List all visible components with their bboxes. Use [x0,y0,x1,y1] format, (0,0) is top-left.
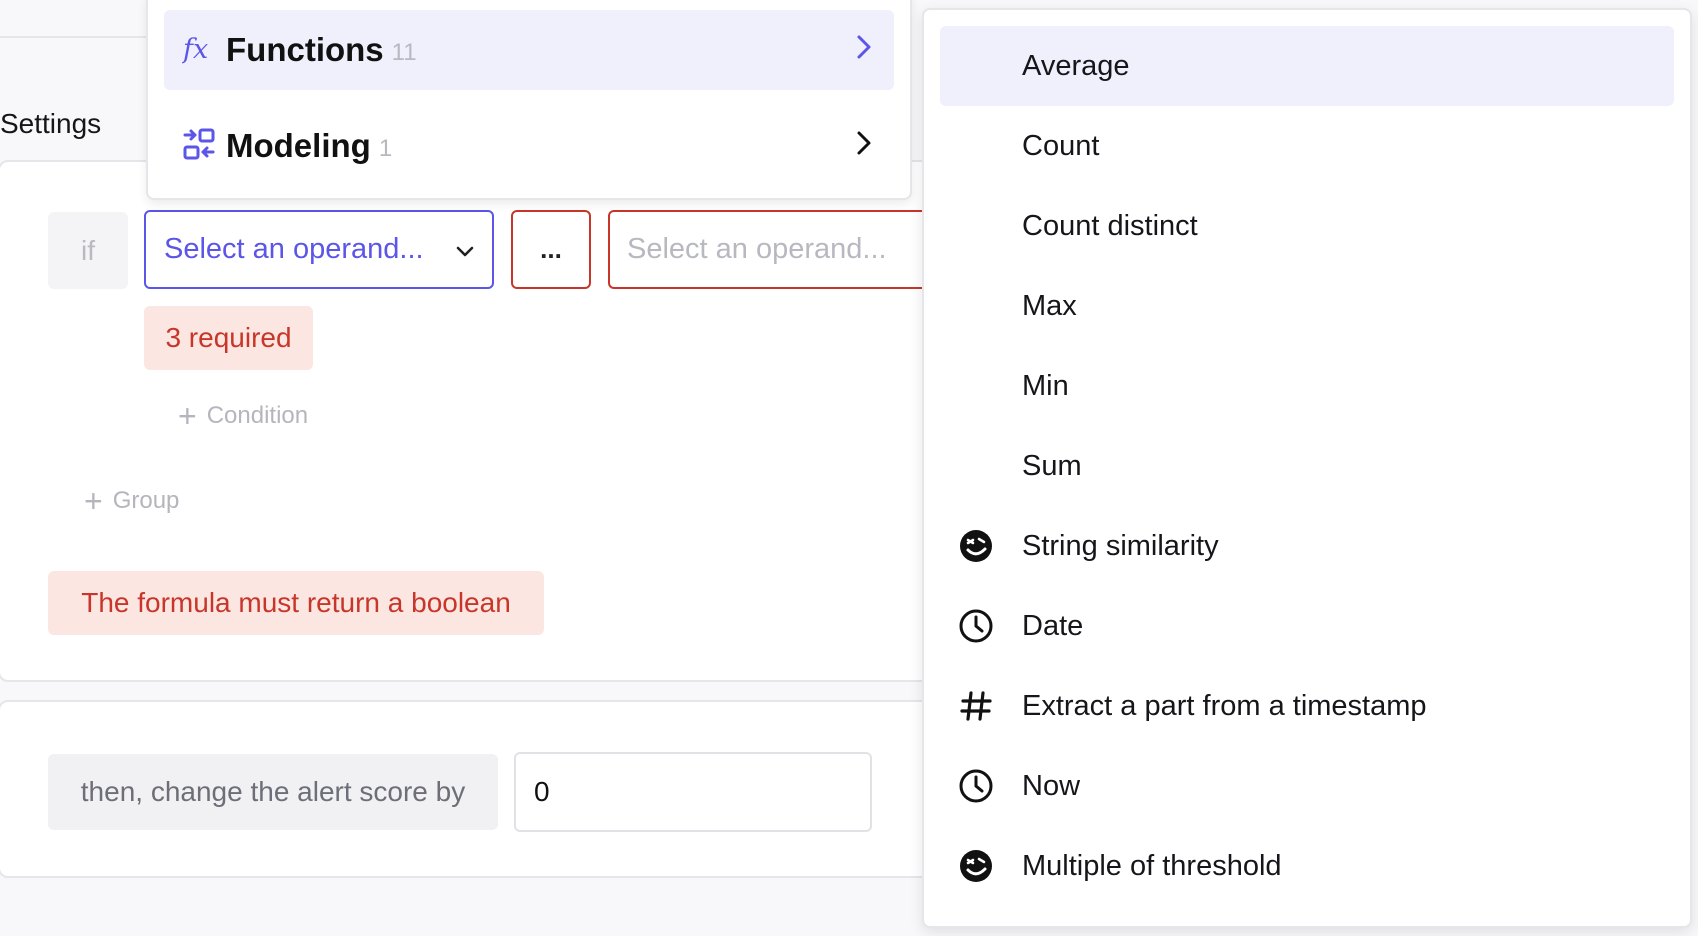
chevron-right-icon [856,34,872,65]
category-modeling[interactable]: Modeling 1 [164,106,894,186]
function-item-label: Count [1022,129,1100,162]
settings-heading: Settings [0,108,102,139]
required-error-badge: 3 required [144,306,313,370]
function-item-label: Sum [1022,449,1082,482]
hash-icon [958,688,994,724]
svg-text:fx: fx [182,34,208,65]
function-item-label: Now [1022,769,1081,802]
function-item-count[interactable]: Count [940,106,1674,186]
plus-icon: + [84,483,103,519]
emoji-face-icon [958,848,994,884]
header-divider [0,36,160,38]
function-item-label: String similarity [1022,529,1219,562]
clock-icon [958,608,994,644]
right-operand-placeholder: Select an operand... [627,233,887,265]
function-item-average[interactable]: Average [940,26,1674,106]
category-menu: fx Functions 11 Modeling 1 [146,0,912,200]
operator-select[interactable]: ... [511,210,591,289]
function-item-now[interactable]: Now [940,746,1674,826]
function-item-string-similarity[interactable]: String similarity [940,506,1674,586]
category-functions-count: 11 [391,39,417,66]
category-functions[interactable]: fx Functions 11 [164,10,894,90]
function-item-max[interactable]: Max [940,266,1674,346]
function-item-extract-timestamp[interactable]: Extract a part from a timestamp [940,666,1674,746]
function-item-date[interactable]: Date [940,586,1674,666]
then-label: then, change the alert score by [48,754,498,830]
modeling-icon [182,127,216,166]
function-item-label: Multiple of threshold [1022,849,1282,882]
function-item-label: Extract a part from a timestamp [1022,689,1427,722]
clock-icon [958,768,994,804]
function-menu: Average Count Count distinct Max Min Sum… [922,8,1692,928]
formula-error-message: The formula must return a boolean [48,571,544,635]
add-condition-button[interactable]: + Condition [178,400,308,432]
function-item-label: Date [1022,609,1084,642]
plus-icon: + [178,398,197,434]
add-condition-label: Condition [206,402,309,429]
add-group-label: Group [112,487,180,514]
add-group-button[interactable]: + Group [84,485,179,517]
category-modeling-count: 1 [378,135,393,162]
function-item-sum[interactable]: Sum [940,426,1674,506]
function-item-label: Average [1022,49,1130,82]
left-operand-select[interactable]: Select an operand... [144,210,494,289]
if-label: if [48,212,128,289]
function-item-multiple-of-threshold[interactable]: Multiple of threshold [940,826,1674,906]
function-item-label: Count distinct [1022,209,1198,242]
chevron-right-icon [856,130,872,161]
function-item-count-distinct[interactable]: Count distinct [940,186,1674,266]
right-operand-select[interactable]: Select an operand... [608,210,938,289]
function-item-min[interactable]: Min [940,346,1674,426]
function-item-label: Min [1022,369,1069,402]
chevron-down-icon [456,233,474,266]
emoji-face-icon [958,528,994,564]
score-input[interactable]: 0 [514,752,872,832]
category-modeling-label: Modeling [226,127,371,164]
function-item-label: Max [1022,289,1077,322]
left-operand-placeholder: Select an operand... [164,233,424,265]
category-functions-label: Functions [226,31,384,68]
function-icon: fx [181,31,216,70]
